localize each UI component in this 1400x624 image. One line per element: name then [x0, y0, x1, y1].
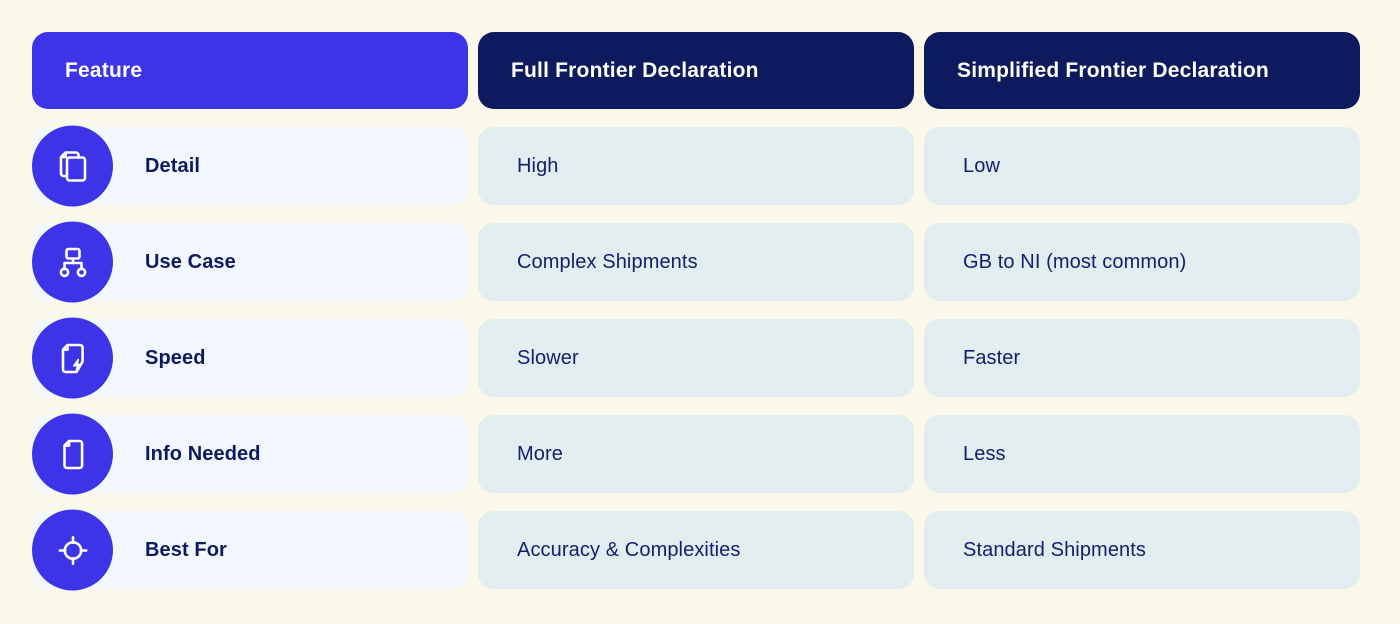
table-row: Best For Accuracy & Complexities Standar…: [32, 509, 1360, 591]
data-cell-full: Slower: [478, 319, 914, 397]
header-cell-full-frontier-declaration: Full Frontier Declaration: [478, 32, 914, 109]
data-cell-simplified: Faster: [924, 319, 1360, 397]
table-header-row: Feature Full Frontier Declaration Simpli…: [32, 32, 1360, 109]
data-cell-simplified: Less: [924, 415, 1360, 493]
feature-label: Speed: [145, 346, 206, 369]
feature-cell-detail: Detail: [32, 125, 468, 207]
table-row: Use Case Complex Shipments GB to NI (mos…: [32, 221, 1360, 303]
table-row: Speed Slower Faster: [32, 317, 1360, 399]
document-file-icon: [32, 413, 113, 495]
table-row: Detail High Low: [32, 125, 1360, 207]
data-cell-full: Complex Shipments: [478, 223, 914, 301]
hierarchy-sitemap-icon: [32, 221, 113, 303]
data-cell-full: High: [478, 127, 914, 205]
feature-cell-best-for: Best For: [32, 509, 468, 591]
header-cell-simplified-frontier-declaration: Simplified Frontier Declaration: [924, 32, 1360, 109]
data-cell-simplified: Low: [924, 127, 1360, 205]
header-column-label: Simplified Frontier Declaration: [957, 58, 1269, 82]
data-cell-full: More: [478, 415, 914, 493]
document-lightning-icon: [32, 317, 113, 399]
comparison-table: Feature Full Frontier Declaration Simpli…: [32, 32, 1360, 591]
data-cell-simplified: Standard Shipments: [924, 511, 1360, 589]
feature-cell-info-needed: Info Needed: [32, 413, 468, 495]
header-feature-label: Feature: [65, 58, 143, 82]
feature-label: Info Needed: [145, 442, 261, 465]
header-cell-feature: Feature: [32, 32, 468, 109]
feature-label: Detail: [145, 154, 201, 177]
data-cell-simplified: GB to NI (most common): [924, 223, 1360, 301]
feature-cell-speed: Speed: [32, 317, 468, 399]
data-cell-full: Accuracy & Complexities: [478, 511, 914, 589]
feature-cell-use-case: Use Case: [32, 221, 468, 303]
feature-label: Best For: [145, 538, 227, 561]
crosshair-target-icon: [32, 509, 113, 591]
documents-copy-icon: [32, 125, 113, 207]
table-row: Info Needed More Less: [32, 413, 1360, 495]
header-column-label: Full Frontier Declaration: [511, 58, 759, 82]
feature-label: Use Case: [145, 250, 236, 273]
